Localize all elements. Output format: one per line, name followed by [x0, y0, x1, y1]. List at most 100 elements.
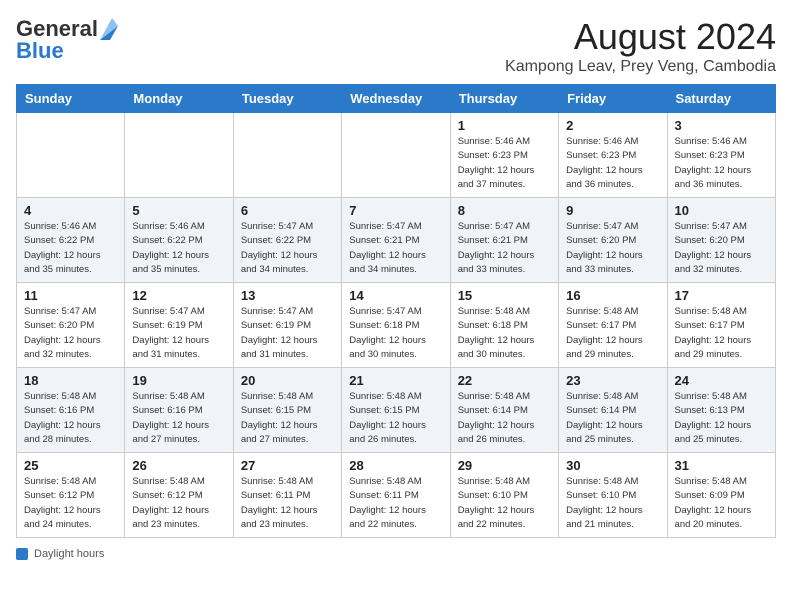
day-info: Sunrise: 5:48 AM Sunset: 6:16 PM Dayligh… [132, 390, 225, 447]
calendar-day-header: Friday [559, 85, 667, 113]
calendar-day-cell: 8 Sunrise: 5:47 AM Sunset: 6:21 PM Daylig… [450, 198, 558, 283]
day-number: 3 [675, 118, 768, 133]
day-info: Sunrise: 5:46 AM Sunset: 6:22 PM Dayligh… [24, 220, 117, 277]
calendar-day-cell: 24 Sunrise: 5:48 AM Sunset: 6:13 PM Dayli… [667, 368, 775, 453]
calendar-header-row: SundayMondayTuesdayWednesdayThursdayFrid… [17, 85, 776, 113]
calendar-day-cell: 31 Sunrise: 5:48 AM Sunset: 6:09 PM Dayli… [667, 453, 775, 538]
day-info: Sunrise: 5:48 AM Sunset: 6:17 PM Dayligh… [566, 305, 659, 362]
day-number: 11 [24, 288, 117, 303]
day-info: Sunrise: 5:48 AM Sunset: 6:14 PM Dayligh… [458, 390, 551, 447]
calendar-week-row: 25 Sunrise: 5:48 AM Sunset: 6:12 PM Dayli… [17, 453, 776, 538]
day-info: Sunrise: 5:47 AM Sunset: 6:19 PM Dayligh… [241, 305, 334, 362]
calendar-day-cell: 10Sunrise: 5:47 AM Sunset: 6:20 PM Dayli… [667, 198, 775, 283]
calendar-day-cell: 21 Sunrise: 5:48 AM Sunset: 6:15 PM Dayli… [342, 368, 450, 453]
day-info: Sunrise: 5:48 AM Sunset: 6:15 PM Dayligh… [241, 390, 334, 447]
day-number: 12 [132, 288, 225, 303]
calendar-week-row: 18 Sunrise: 5:48 AM Sunset: 6:16 PM Dayli… [17, 368, 776, 453]
calendar-day-cell: 2 Sunrise: 5:46 AM Sunset: 6:23 PM Daylig… [559, 113, 667, 198]
day-number: 17 [675, 288, 768, 303]
day-info: Sunrise: 5:46 AM Sunset: 6:23 PM Dayligh… [675, 135, 768, 192]
day-info: Sunrise: 5:48 AM Sunset: 6:12 PM Dayligh… [24, 475, 117, 532]
day-info: Sunrise: 5:48 AM Sunset: 6:14 PM Dayligh… [566, 390, 659, 447]
day-number: 15 [458, 288, 551, 303]
day-number: 25 [24, 458, 117, 473]
calendar-day-cell: 1Sunrise: 5:46 AM Sunset: 6:23 PM Daylig… [450, 113, 558, 198]
calendar-day-cell: 20 Sunrise: 5:48 AM Sunset: 6:15 PM Dayli… [233, 368, 341, 453]
header: General Blue August 2024 Kampong Leav, P… [16, 16, 776, 76]
calendar-day-cell: 5Sunrise: 5:46 AM Sunset: 6:22 PM Daylig… [125, 198, 233, 283]
day-number: 18 [24, 373, 117, 388]
day-info: Sunrise: 5:46 AM Sunset: 6:23 PM Dayligh… [566, 135, 659, 192]
day-info: Sunrise: 5:47 AM Sunset: 6:22 PM Dayligh… [241, 220, 334, 277]
calendar-day-cell: 7Sunrise: 5:47 AM Sunset: 6:21 PM Daylig… [342, 198, 450, 283]
calendar-day-cell: 11Sunrise: 5:47 AM Sunset: 6:20 PM Dayli… [17, 283, 125, 368]
day-number: 4 [24, 203, 117, 218]
calendar-day-cell [125, 113, 233, 198]
day-number: 16 [566, 288, 659, 303]
day-info: Sunrise: 5:48 AM Sunset: 6:11 PM Dayligh… [241, 475, 334, 532]
day-number: 21 [349, 373, 442, 388]
day-info: Sunrise: 5:47 AM Sunset: 6:18 PM Dayligh… [349, 305, 442, 362]
calendar-day-cell: 3 Sunrise: 5:46 AM Sunset: 6:23 PM Daylig… [667, 113, 775, 198]
day-number: 26 [132, 458, 225, 473]
calendar-day-cell: 14 Sunrise: 5:47 AM Sunset: 6:18 PM Dayli… [342, 283, 450, 368]
day-number: 19 [132, 373, 225, 388]
day-number: 1 [458, 118, 551, 133]
calendar-day-cell: 18 Sunrise: 5:48 AM Sunset: 6:16 PM Dayli… [17, 368, 125, 453]
day-info: Sunrise: 5:48 AM Sunset: 6:15 PM Dayligh… [349, 390, 442, 447]
calendar-body: 1 Sunrise: 5:46 AM Sunset: 6:23 PM Daylig… [17, 113, 776, 538]
day-info: Sunrise: 5:47 AM Sunset: 6:21 PM Dayligh… [458, 220, 551, 277]
day-number: 7 [349, 203, 442, 218]
title-area: August 2024 Kampong Leav, Prey Veng, Cam… [505, 16, 776, 76]
day-info: Sunrise: 5:48 AM Sunset: 6:09 PM Dayligh… [675, 475, 768, 532]
day-number: 29 [458, 458, 551, 473]
location-subtitle: Kampong Leav, Prey Veng, Cambodia [505, 58, 776, 76]
day-number: 2 [566, 118, 659, 133]
day-number: 27 [241, 458, 334, 473]
day-number: 31 [675, 458, 768, 473]
day-number: 24 [675, 373, 768, 388]
calendar-day-cell: 28Sunrise: 5:48 AM Sunset: 6:11 PM Dayli… [342, 453, 450, 538]
calendar-day-header: Tuesday [233, 85, 341, 113]
calendar-day-cell: 29 Sunrise: 5:48 AM Sunset: 6:10 PM Dayli… [450, 453, 558, 538]
day-number: 20 [241, 373, 334, 388]
day-number: 13 [241, 288, 334, 303]
day-info: Sunrise: 5:48 AM Sunset: 6:10 PM Dayligh… [566, 475, 659, 532]
calendar-day-cell: 25 Sunrise: 5:48 AM Sunset: 6:12 PM Dayli… [17, 453, 125, 538]
calendar-day-header: Saturday [667, 85, 775, 113]
calendar-week-row: 4 Sunrise: 5:46 AM Sunset: 6:22 PM Daylig… [17, 198, 776, 283]
calendar-day-cell: 19 Sunrise: 5:48 AM Sunset: 6:16 PM Dayli… [125, 368, 233, 453]
footer: Daylight hours [16, 548, 776, 560]
daylight-indicator [16, 548, 28, 560]
calendar-day-cell: 6Sunrise: 5:47 AM Sunset: 6:22 PM Daylig… [233, 198, 341, 283]
logo: General Blue [16, 16, 118, 64]
calendar-day-cell: 12Sunrise: 5:47 AM Sunset: 6:19 PM Dayli… [125, 283, 233, 368]
day-info: Sunrise: 5:48 AM Sunset: 6:16 PM Dayligh… [24, 390, 117, 447]
calendar-week-row: 1 Sunrise: 5:46 AM Sunset: 6:23 PM Daylig… [17, 113, 776, 198]
day-number: 14 [349, 288, 442, 303]
calendar-day-cell [17, 113, 125, 198]
calendar-day-cell: 22 Sunrise: 5:48 AM Sunset: 6:14 PM Dayli… [450, 368, 558, 453]
calendar-day-cell [342, 113, 450, 198]
calendar-day-cell: 30Sunrise: 5:48 AM Sunset: 6:10 PM Dayli… [559, 453, 667, 538]
day-number: 28 [349, 458, 442, 473]
logo-bird-icon [100, 18, 118, 40]
calendar-day-cell: 27 Sunrise: 5:48 AM Sunset: 6:11 PM Dayli… [233, 453, 341, 538]
calendar-day-header: Monday [125, 85, 233, 113]
calendar-table: SundayMondayTuesdayWednesdayThursdayFrid… [16, 84, 776, 538]
day-info: Sunrise: 5:47 AM Sunset: 6:20 PM Dayligh… [675, 220, 768, 277]
day-info: Sunrise: 5:48 AM Sunset: 6:10 PM Dayligh… [458, 475, 551, 532]
month-title: August 2024 [505, 16, 776, 58]
logo-blue-text: Blue [16, 38, 64, 64]
calendar-day-header: Thursday [450, 85, 558, 113]
calendar-day-cell: 13 Sunrise: 5:47 AM Sunset: 6:19 PM Dayli… [233, 283, 341, 368]
day-info: Sunrise: 5:48 AM Sunset: 6:13 PM Dayligh… [675, 390, 768, 447]
calendar-day-cell: 26Sunrise: 5:48 AM Sunset: 6:12 PM Dayli… [125, 453, 233, 538]
daylight-label: Daylight hours [34, 548, 104, 560]
calendar-day-cell: 16 Sunrise: 5:48 AM Sunset: 6:17 PM Dayli… [559, 283, 667, 368]
calendar-day-cell: 9Sunrise: 5:47 AM Sunset: 6:20 PM Daylig… [559, 198, 667, 283]
calendar-day-header: Wednesday [342, 85, 450, 113]
day-number: 22 [458, 373, 551, 388]
day-number: 8 [458, 203, 551, 218]
day-number: 23 [566, 373, 659, 388]
